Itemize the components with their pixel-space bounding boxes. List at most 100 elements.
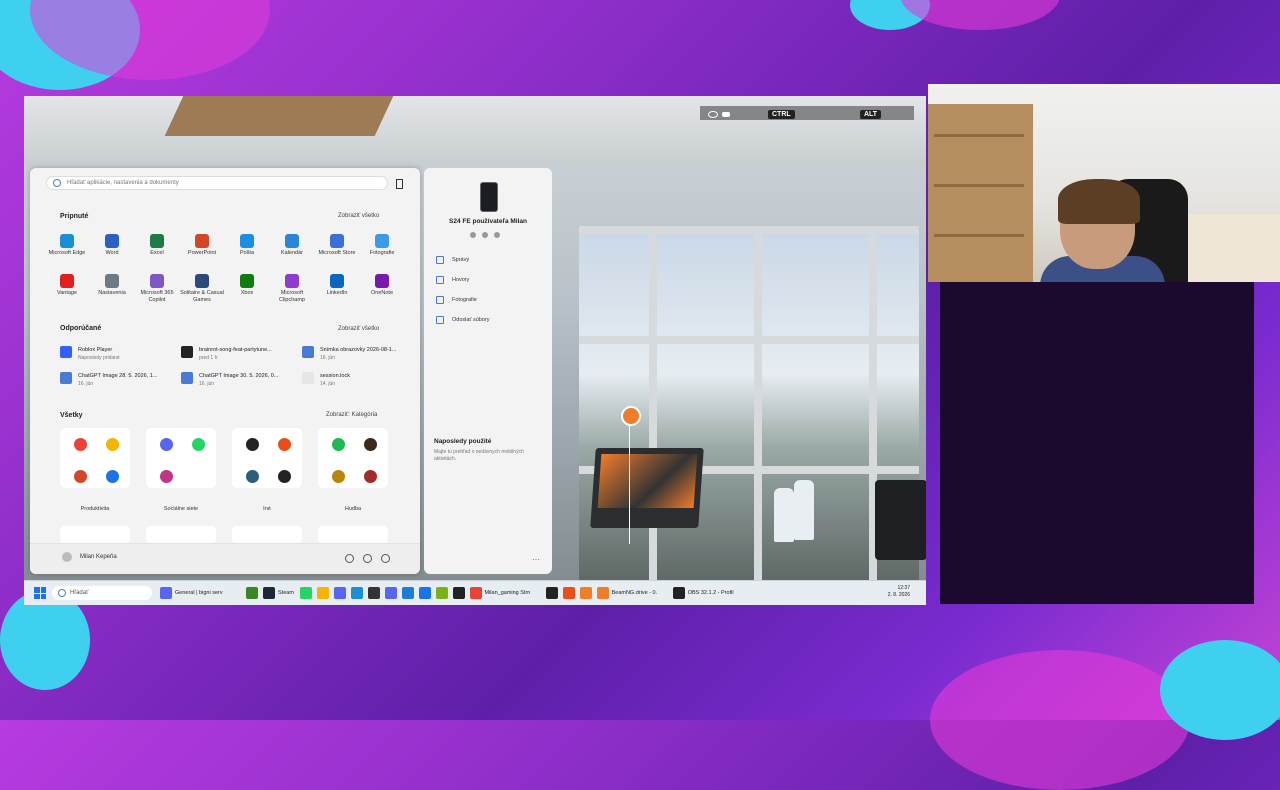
recommended-text: session.lock 14. jún (320, 372, 350, 388)
taskbar-app[interactable] (579, 587, 592, 599)
shelf-row (934, 134, 1024, 137)
pinned-app[interactable]: Word (89, 234, 135, 257)
phone-action[interactable]: Správy (436, 256, 469, 264)
pinned-app[interactable]: Microsoft Edge (44, 234, 90, 257)
taskbar-app[interactable] (299, 587, 312, 599)
clock[interactable]: 12:37 2. 8. 2026 (888, 585, 910, 599)
location-marker-icon[interactable] (621, 406, 641, 426)
pinned-app[interactable]: Nastavenia (89, 274, 135, 297)
settings-icon[interactable] (363, 554, 372, 563)
category-folder[interactable] (146, 428, 216, 488)
recommended-date: 16. jún (199, 381, 215, 387)
taskbar: Hľadať General | bigni serv Steam Milan_ga… (24, 580, 926, 605)
pinned-app[interactable]: Microsoft Clipchamp (269, 274, 315, 304)
pinned-show-all-button[interactable]: Zobraziť všetko (334, 212, 384, 220)
taskbar-app[interactable]: Milan_gaming Strn (469, 587, 531, 599)
app-icon (60, 234, 74, 248)
pinned-app[interactable]: Fotografie (359, 234, 405, 257)
taskbar-app[interactable]: Steam (263, 587, 294, 599)
taskbar-app[interactable]: General | bigni serv (160, 587, 223, 599)
taskbar-app[interactable] (350, 587, 363, 599)
action-label: Správy (452, 257, 470, 263)
recommended-item[interactable]: Snímka obrazovky 2026-08-1... 16. jún (302, 346, 396, 362)
recommended-show-all-button[interactable]: Zobraziť všetko (334, 325, 384, 333)
user-name[interactable]: Milan Kepeňa (80, 554, 117, 560)
category-folder[interactable] (318, 428, 388, 488)
taskbar-app[interactable] (435, 587, 448, 599)
category-folder[interactable] (232, 428, 302, 488)
category-folder[interactable] (60, 526, 130, 544)
category-folder[interactable] (146, 526, 216, 544)
window-frame (649, 226, 657, 596)
app-icon (192, 438, 205, 451)
pinned-app[interactable]: OneNote (359, 274, 405, 297)
more-options-icon[interactable]: ··· (532, 555, 540, 564)
phone-action[interactable]: Fotografie (436, 296, 477, 304)
category-folder[interactable] (318, 526, 388, 544)
start-menu: Hľadať aplikácie, nastavenia a dokumenty… (30, 168, 420, 574)
pinned-app[interactable]: Pošta (224, 234, 270, 257)
pinned-app[interactable]: Microsoft Store (314, 234, 360, 257)
recommended-title: Odporúčané (60, 325, 102, 332)
phone-action[interactable]: Hovory (436, 276, 469, 284)
taskbar-app[interactable] (367, 587, 380, 599)
pinned-app[interactable]: Kalendár (269, 234, 315, 257)
pinned-app[interactable]: Xbox (224, 274, 270, 297)
folder-label: Iné (263, 506, 271, 512)
view-category-button[interactable]: Zobraziť: Kategória (322, 411, 382, 419)
app-icon (285, 274, 299, 288)
webcam-feed (928, 84, 1280, 282)
taskbar-app-label: Milan_gaming Strn (484, 590, 531, 596)
taskbar-app[interactable] (545, 587, 558, 599)
app-icon (330, 274, 344, 288)
phone-action[interactable]: Odoslať súbory (436, 316, 490, 324)
window-frame (579, 336, 919, 344)
file-icon (181, 372, 193, 384)
phone-link-panel: S24 FE používateľa Milan Správy Hovory Fot… (424, 168, 552, 574)
taskbar-app[interactable] (316, 587, 329, 599)
recommended-item[interactable]: brainrot-song-feat-partytune... pred 1 h (181, 346, 272, 362)
taskbar-search-label: Hľadať (70, 590, 89, 596)
avatar[interactable] (62, 552, 72, 562)
recommended-item[interactable]: session.lock 14. jún (302, 372, 350, 388)
app-label: Vantage (56, 290, 78, 296)
folder-label: Produktivita (80, 506, 110, 512)
ctrl-key: CTRL (768, 109, 795, 119)
app-icon (246, 470, 259, 483)
power-icon[interactable] (381, 554, 390, 563)
category-folder[interactable] (232, 526, 302, 544)
app-icon (105, 234, 119, 248)
app-icon (316, 587, 329, 599)
pinned-app[interactable]: LinkedIn (314, 274, 360, 297)
category-folder[interactable] (60, 428, 130, 488)
taskbar-app[interactable] (418, 587, 431, 599)
pinned-title: Pripnuté (60, 213, 89, 220)
app-icon (240, 234, 254, 248)
windows-start-icon[interactable] (34, 587, 46, 599)
decor-blob (0, 590, 90, 690)
file-icon (181, 346, 193, 358)
recommended-item[interactable]: ChatGPT Image 28. 5. 2026, 1... 16. jún (60, 372, 157, 388)
app-icon (105, 274, 119, 288)
download-icon[interactable] (345, 554, 354, 563)
recommended-item[interactable]: ChatGPT Image 30. 5. 2026, 0... 16. jún (181, 372, 278, 388)
pinned-app[interactable]: Vantage (44, 274, 90, 297)
taskbar-app[interactable]: OBS 32.1.2 - Profil (672, 587, 734, 599)
recommended-item[interactable]: Roblox Player Naposledy pridané (60, 346, 120, 362)
pinned-app[interactable]: Excel (134, 234, 180, 257)
taskbar-app[interactable]: BeamNG.drive - 0. (596, 587, 657, 599)
pinned-app[interactable]: Solitaire & Casual Games (179, 274, 225, 304)
taskbar-app[interactable] (401, 587, 414, 599)
taskbar-app[interactable] (246, 587, 258, 599)
pinned-app[interactable]: PowerPoint (179, 234, 225, 257)
taskbar-app[interactable] (384, 587, 397, 599)
start-search-input[interactable]: Hľadať aplikácie, nastavenia a dokumenty (46, 176, 388, 190)
taskbar-app[interactable] (452, 587, 465, 599)
side-panel-icon[interactable] (396, 179, 403, 189)
taskbar-search[interactable]: Hľadať (52, 586, 152, 600)
recommended-name: Roblox Player (78, 347, 113, 353)
taskbar-app[interactable] (562, 587, 575, 599)
taskbar-app[interactable] (333, 587, 346, 599)
pinned-app[interactable]: Microsoft 365 Copilot (134, 274, 180, 304)
file-icon (60, 372, 72, 384)
